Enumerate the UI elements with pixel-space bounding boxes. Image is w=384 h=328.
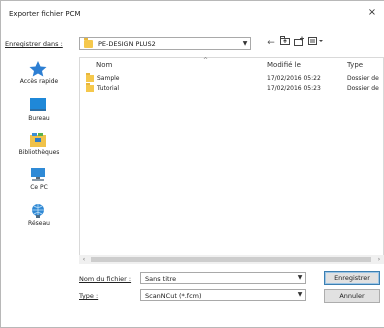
column-header-name[interactable]: Nom	[96, 61, 112, 69]
sort-caret-icon: ^	[203, 57, 209, 64]
filetype-label-text: Type :	[79, 292, 99, 300]
filename-label-text: Nom du fichier :	[79, 275, 132, 283]
chevron-down-icon[interactable]: ▼	[295, 290, 305, 300]
place-label: Bureau	[28, 115, 50, 122]
file-name: Tutorial	[97, 85, 120, 92]
libraries-icon	[27, 132, 49, 148]
star-icon	[27, 61, 49, 77]
filetype-value: ScanNCut (*.fcm)	[145, 292, 202, 300]
dialog-title: Exporter fichier PCM	[9, 10, 81, 18]
export-dialog: Exporter fichier PCM × Enregistrer dans …	[0, 0, 384, 328]
new-folder-icon[interactable]	[293, 36, 305, 50]
place-this-pc[interactable]: Ce PC	[1, 167, 77, 197]
place-libraries[interactable]: Bibliothèques	[1, 132, 77, 162]
file-modified: 17/02/2016 05:22	[267, 75, 321, 82]
desktop-icon	[27, 97, 49, 113]
scroll-right-icon[interactable]: ›	[374, 255, 384, 264]
place-label: Ce PC	[30, 184, 48, 191]
filename-input[interactable]: Sans titre ▼	[140, 272, 306, 284]
save-button[interactable]: Enregistrer	[324, 271, 380, 285]
place-label: Bibliothèques	[18, 149, 60, 156]
file-list[interactable]: Nom ^ Modifié le Type Sample 17/02/2016 …	[79, 57, 384, 264]
folder-icon	[84, 38, 93, 48]
horizontal-scrollbar[interactable]: ‹ ›	[79, 255, 384, 264]
save-in-combobox[interactable]: PE-DESIGN PLUS2 ▼	[79, 37, 251, 50]
folder-icon	[86, 73, 94, 82]
column-header-modified[interactable]: Modifié le	[267, 61, 301, 69]
file-modified: 17/02/2016 05:23	[267, 85, 321, 92]
close-icon[interactable]: ×	[366, 7, 378, 19]
title-bar: Exporter fichier PCM ×	[1, 1, 384, 27]
save-in-label-text: Enregistrer dans :	[5, 40, 63, 48]
chevron-down-icon[interactable]: ▼	[295, 273, 305, 283]
scroll-left-icon[interactable]: ‹	[79, 255, 89, 264]
filetype-label: Type :	[79, 292, 98, 300]
file-type: Dossier de	[347, 85, 379, 92]
cancel-button[interactable]: Annuler	[324, 289, 380, 303]
save-in-label: Enregistrer dans :	[5, 40, 63, 48]
back-icon[interactable]: ←	[265, 36, 277, 50]
file-name: Sample	[97, 75, 120, 82]
folder-icon	[86, 83, 94, 92]
chevron-down-icon[interactable]: ▼	[240, 38, 250, 49]
place-label: Accès rapide	[19, 78, 59, 85]
column-header-type[interactable]: Type	[347, 61, 363, 69]
navigation-pane: Accès rapide Bureau Bibliothèques Ce PC …	[1, 57, 77, 269]
up-folder-icon[interactable]	[279, 36, 291, 50]
filetype-select[interactable]: ScanNCut (*.fcm) ▼	[140, 289, 306, 301]
network-icon	[27, 203, 49, 219]
filename-value: Sans titre	[145, 275, 177, 283]
save-in-value: PE-DESIGN PLUS2	[98, 40, 156, 48]
list-item[interactable]: Sample 17/02/2016 05:22 Dossier de	[80, 73, 384, 84]
place-quick-access[interactable]: Accès rapide	[1, 61, 77, 91]
view-menu-icon[interactable]	[307, 36, 325, 50]
place-label: Réseau	[28, 220, 50, 227]
computer-icon	[27, 167, 49, 183]
filename-label: Nom du fichier :	[79, 275, 131, 283]
list-item[interactable]: Tutorial 17/02/2016 05:23 Dossier de	[80, 83, 384, 94]
place-desktop[interactable]: Bureau	[1, 97, 77, 127]
file-type: Dossier de	[347, 75, 379, 82]
scroll-thumb[interactable]	[91, 257, 371, 262]
place-network[interactable]: Réseau	[1, 203, 77, 233]
